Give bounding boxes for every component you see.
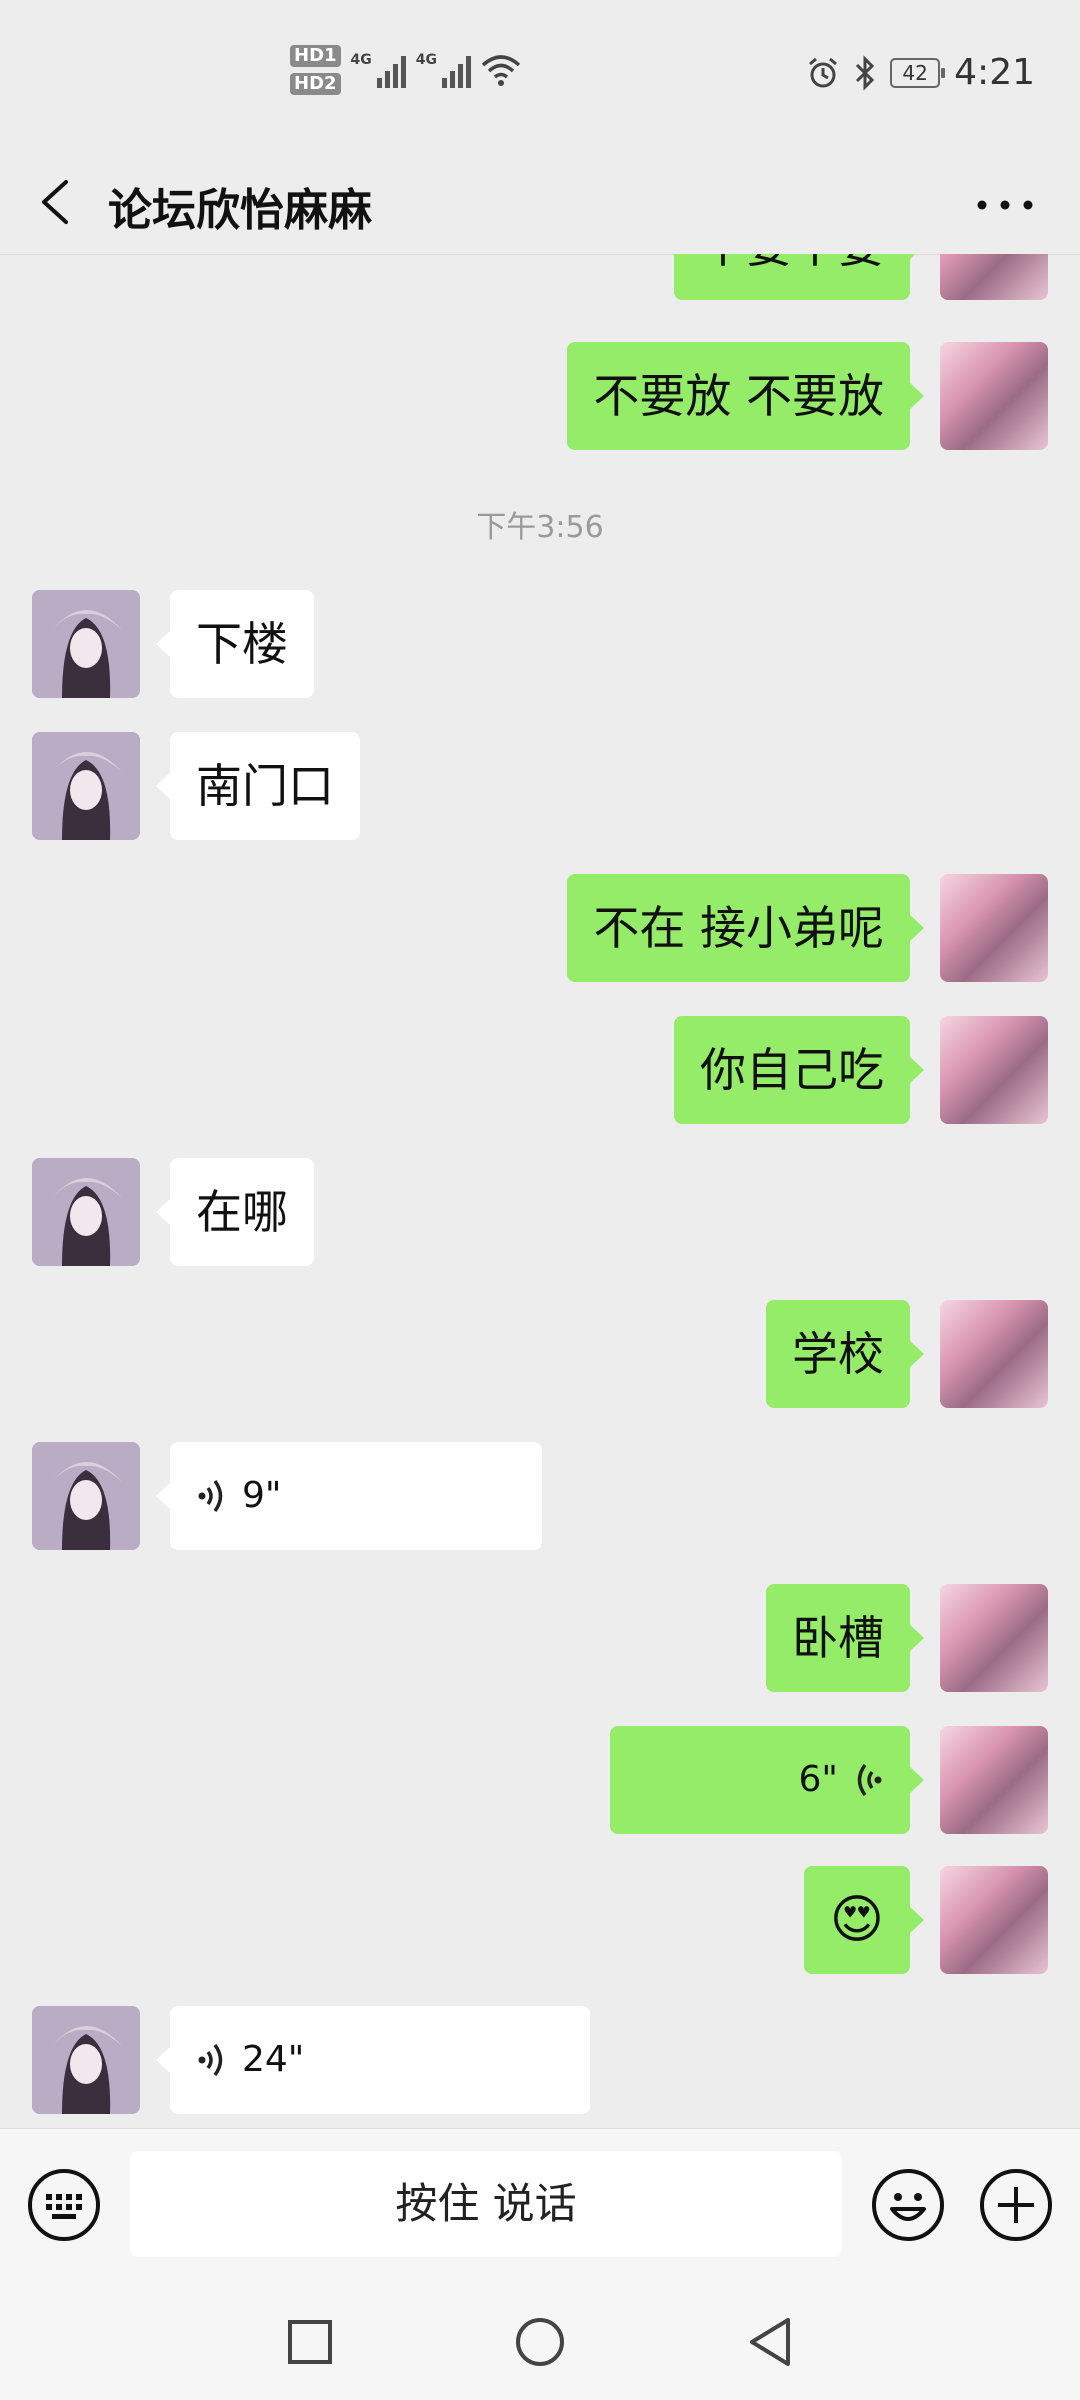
contact-avatar[interactable] bbox=[32, 1442, 140, 1550]
message-bubble[interactable]: 不在 接小弟呢 bbox=[567, 874, 924, 982]
message-row: 不要放 不要放 bbox=[0, 342, 1080, 450]
chat-header: 论坛欣怡麻麻 bbox=[0, 150, 1080, 255]
message-bubble[interactable]: 下楼 bbox=[156, 590, 314, 698]
back-chevron-icon[interactable] bbox=[28, 172, 88, 232]
emoji-message[interactable]: 😍 bbox=[803, 1866, 925, 1974]
message-bubble[interactable]: 南门口 bbox=[156, 732, 360, 840]
back-triangle-icon[interactable] bbox=[740, 2312, 800, 2372]
message-row: 南门口 bbox=[0, 732, 1080, 840]
input-bar: 按住 说话 bbox=[0, 2128, 1080, 2285]
contact-avatar[interactable] bbox=[32, 2006, 140, 2114]
message-row: 24" bbox=[0, 2006, 1080, 2114]
hd2-badge: HD2 bbox=[290, 73, 341, 95]
hold-to-talk-button[interactable]: 按住 说话 bbox=[130, 2151, 842, 2257]
contact-avatar[interactable] bbox=[32, 590, 140, 698]
contact-avatar[interactable] bbox=[32, 1158, 140, 1266]
voice-message[interactable]: 24" bbox=[156, 2006, 590, 2114]
network-indicators: HD1 HD2 4G 4G bbox=[290, 45, 521, 95]
time-divider: 下午3:56 bbox=[476, 510, 604, 545]
message-row: 不在 接小弟呢 bbox=[0, 874, 1080, 982]
signal-1-icon: 4G bbox=[351, 52, 406, 88]
message-row: 学校 bbox=[0, 1300, 1080, 1408]
bluetooth-icon bbox=[856, 54, 875, 91]
chat-title: 论坛欣怡麻麻 bbox=[108, 185, 372, 236]
clock: 4:21 bbox=[954, 52, 1035, 93]
home-circle-icon[interactable] bbox=[510, 2312, 570, 2372]
more-dots-icon[interactable] bbox=[970, 180, 1040, 230]
voice-message[interactable]: 9" bbox=[156, 1442, 542, 1550]
message-row: 不要不要 bbox=[0, 254, 1080, 300]
message-row: 你自己吃 bbox=[0, 1016, 1080, 1124]
message-bubble[interactable]: 在哪 bbox=[156, 1158, 314, 1266]
message-row: 下楼 bbox=[0, 590, 1080, 698]
my-avatar[interactable] bbox=[940, 1866, 1048, 1974]
message-bubble[interactable]: 卧槽 bbox=[766, 1584, 924, 1692]
message-list[interactable]: 不要不要 不要放 不要放 下午3:56 下楼 bbox=[0, 254, 1080, 2128]
status-bar: HD1 HD2 4G 4G 42 4:21 bbox=[0, 0, 1080, 150]
emoji-icon[interactable] bbox=[870, 2167, 946, 2243]
voice-duration: 9" bbox=[242, 1475, 282, 1516]
hd-badges: HD1 HD2 bbox=[290, 45, 341, 95]
my-avatar[interactable] bbox=[940, 1584, 1048, 1692]
signal-2-icon: 4G bbox=[416, 52, 471, 88]
system-nav-bar bbox=[0, 2284, 1080, 2400]
voice-wave-icon bbox=[857, 1763, 882, 1797]
message-row: 在哪 bbox=[0, 1158, 1080, 1266]
system-indicators: 42 4:21 bbox=[806, 52, 1035, 93]
wifi-icon bbox=[481, 55, 521, 86]
message-bubble[interactable]: 学校 bbox=[766, 1300, 924, 1408]
battery-icon: 42 bbox=[890, 57, 946, 88]
voice-wave-icon bbox=[198, 2043, 223, 2077]
hd1-badge: HD1 bbox=[290, 45, 341, 67]
my-avatar[interactable] bbox=[940, 1300, 1048, 1408]
my-avatar[interactable] bbox=[940, 874, 1048, 982]
my-avatar[interactable] bbox=[940, 254, 1048, 300]
my-avatar[interactable] bbox=[940, 1016, 1048, 1124]
voice-duration: 6" bbox=[798, 1759, 838, 1800]
message-bubble[interactable]: 不要放 不要放 bbox=[567, 342, 924, 450]
keyboard-icon[interactable] bbox=[26, 2167, 102, 2243]
message-bubble[interactable]: 你自己吃 bbox=[674, 1016, 924, 1124]
message-row: 😍 bbox=[0, 1866, 1080, 1974]
voice-wave-icon bbox=[198, 1479, 223, 1513]
message-row: 9" bbox=[0, 1442, 1080, 1550]
recents-square-icon[interactable] bbox=[280, 2312, 340, 2372]
my-avatar[interactable] bbox=[940, 1726, 1048, 1834]
voice-duration: 24" bbox=[242, 2039, 305, 2080]
plus-icon[interactable] bbox=[978, 2167, 1054, 2243]
contact-avatar[interactable] bbox=[32, 732, 140, 840]
message-row: 6" bbox=[0, 1726, 1080, 1834]
message-row: 卧槽 bbox=[0, 1584, 1080, 1692]
alarm-icon bbox=[809, 57, 838, 87]
message-bubble[interactable]: 不要不要 bbox=[674, 254, 924, 300]
voice-message[interactable]: 6" bbox=[610, 1726, 924, 1834]
my-avatar[interactable] bbox=[940, 342, 1048, 450]
